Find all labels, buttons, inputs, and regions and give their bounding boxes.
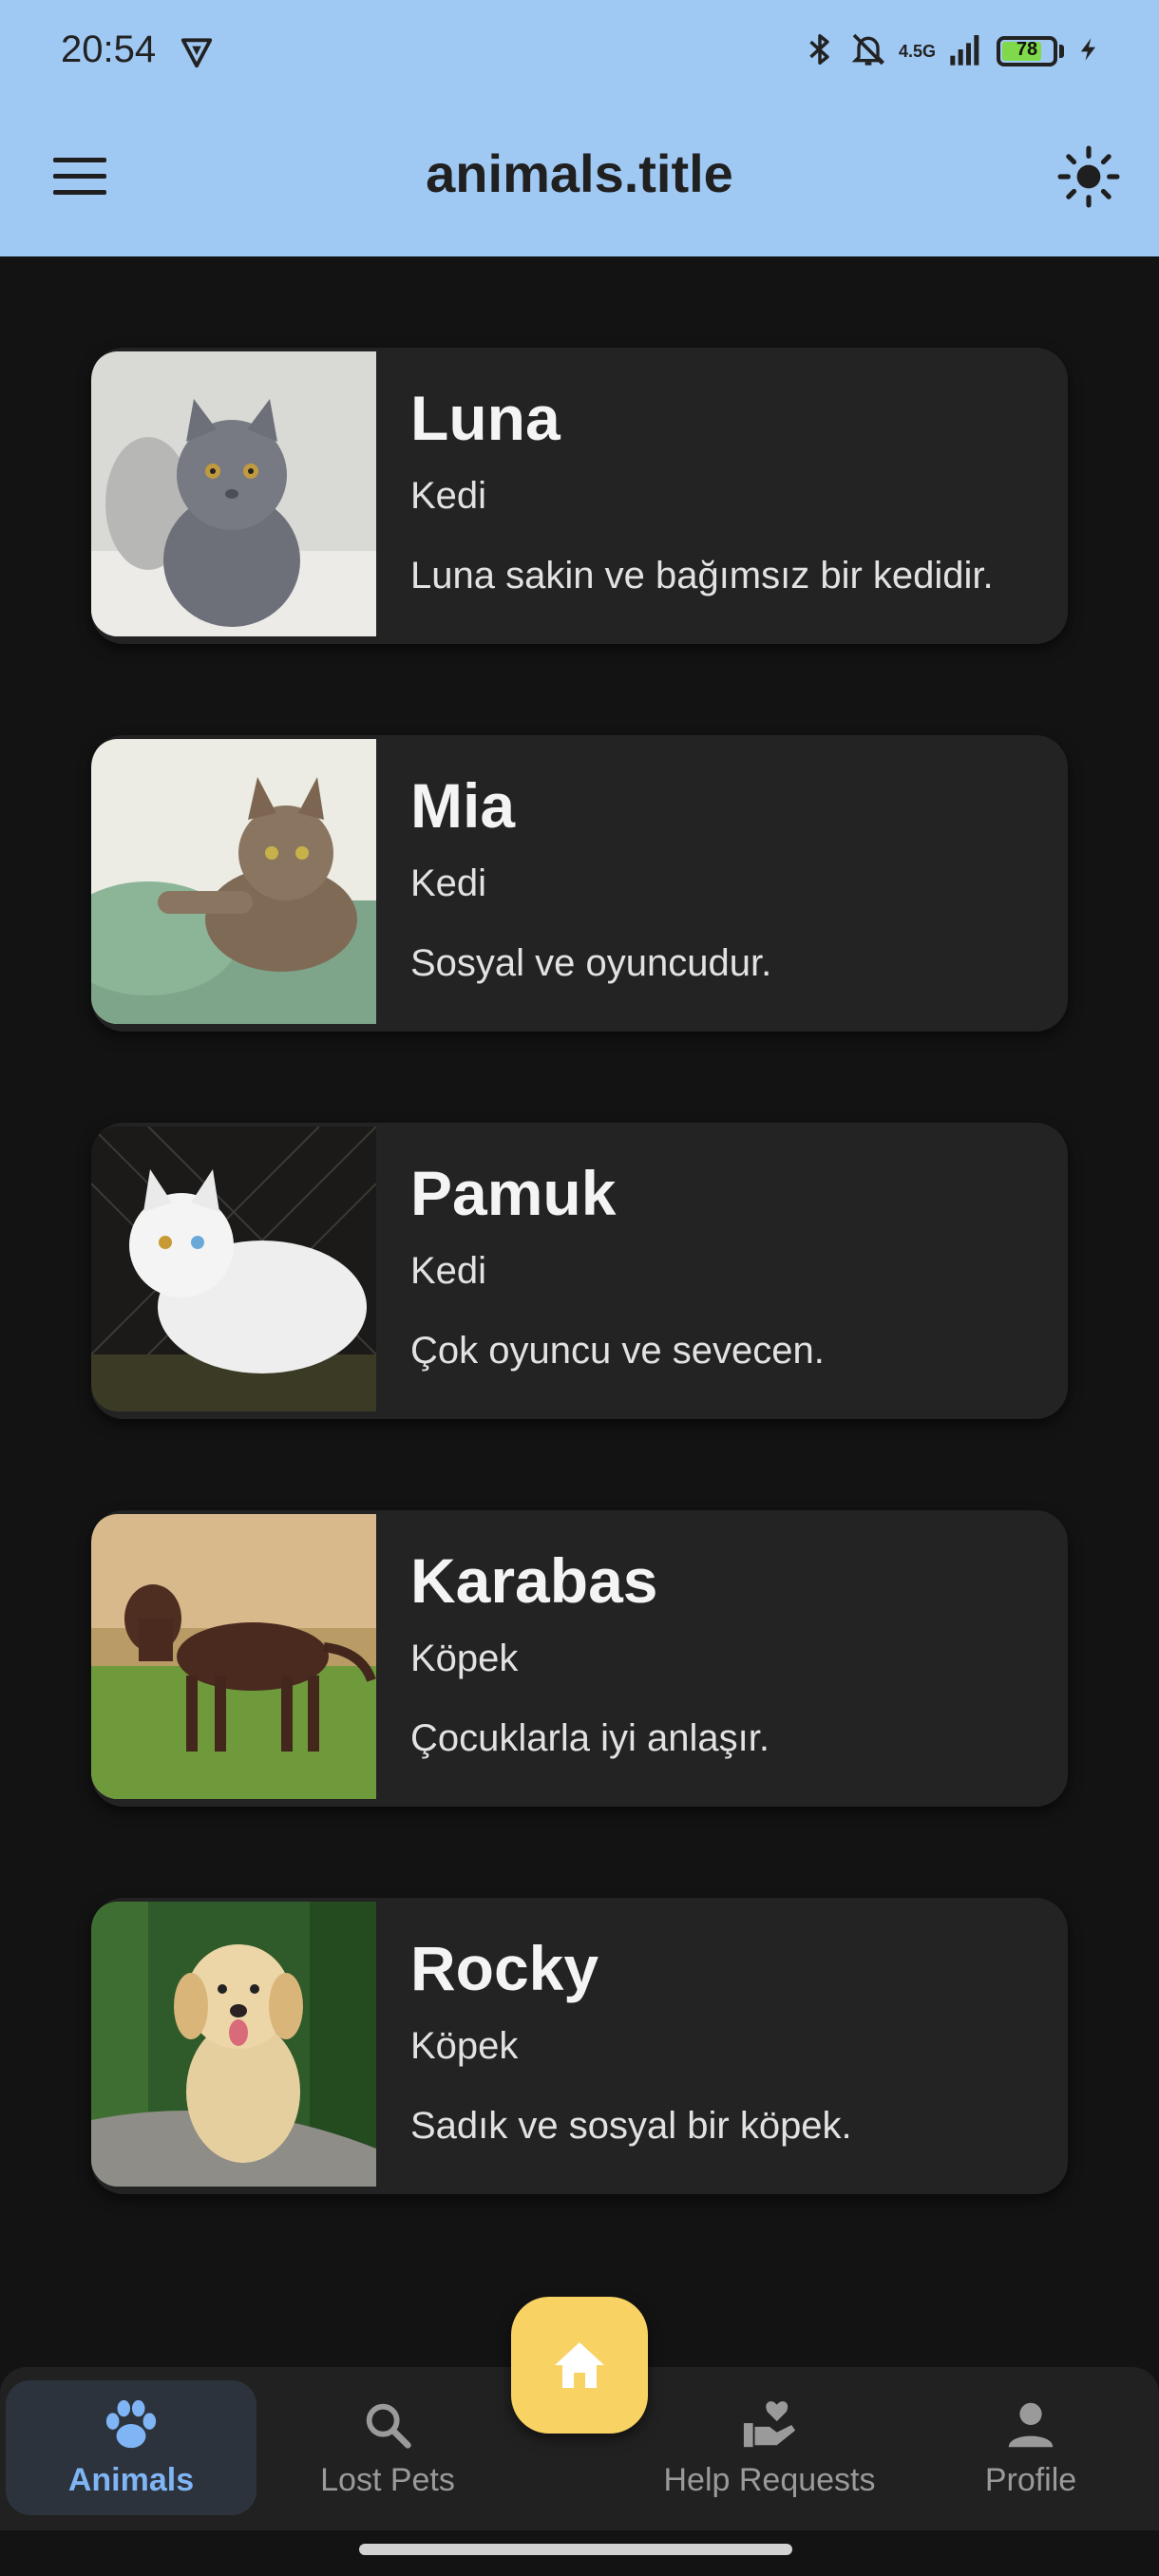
animal-card[interactable]: Luna Kedi Luna sakin ve bağımsız bir ked…	[91, 348, 1068, 644]
animal-description: Çocuklarla iyi anlaşır.	[410, 1717, 770, 1759]
animal-card[interactable]: Karabas Köpek Çocuklarla iyi anlaşır.	[91, 1510, 1068, 1807]
home-icon	[555, 2342, 604, 2388]
home-fab-button[interactable]	[511, 2297, 648, 2434]
vpn-shield-icon	[179, 34, 215, 70]
animal-card[interactable]: Mia Kedi Sosyal ve oyuncudur.	[91, 735, 1068, 1032]
nav-label: Animals	[67, 2461, 195, 2498]
network-type: 4.5G	[898, 42, 936, 61]
animal-description: Luna sakin ve bağımsız bir kedidir.	[410, 555, 994, 597]
animal-description: Çok oyuncu ve sevecen.	[410, 1330, 825, 1372]
animal-description: Sadık ve sosyal bir köpek.	[410, 2105, 852, 2147]
paw-icon	[105, 2399, 157, 2448]
animal-photo	[91, 1514, 376, 1799]
gesture-navigation-bar[interactable]	[359, 2544, 792, 2555]
animal-type: Kedi	[410, 862, 487, 904]
animal-type: Köpek	[410, 2025, 519, 2067]
status-time: 20:54	[61, 28, 157, 70]
animal-card[interactable]: Pamuk Kedi Çok oyuncu ve sevecen.	[91, 1123, 1068, 1419]
animal-name: Pamuk	[410, 1158, 617, 1228]
page-title: animals.title	[426, 143, 733, 203]
battery-percent: 78	[1016, 39, 1038, 60]
bluetooth-icon	[802, 30, 838, 73]
animal-name: Rocky	[410, 1933, 599, 2003]
nav-tab-profile[interactable]: Profile	[931, 2380, 1130, 2515]
battery-icon: 78	[997, 36, 1057, 66]
nav-label: Profile	[984, 2461, 1077, 2498]
animal-name: Luna	[410, 383, 560, 453]
bell-muted-icon	[849, 30, 887, 73]
animal-photo	[91, 1127, 376, 1411]
animal-name: Karabas	[410, 1545, 658, 1616]
animal-list: Luna Kedi Luna sakin ve bağımsız bir ked…	[91, 348, 1068, 2285]
animal-description: Sosyal ve oyuncudur.	[410, 942, 772, 984]
animal-type: Köpek	[410, 1638, 519, 1679]
heart-hand-icon	[743, 2400, 796, 2447]
battery-tip	[1059, 45, 1064, 58]
theme-toggle-button[interactable]	[1045, 133, 1132, 220]
animal-type: Kedi	[410, 475, 487, 517]
animal-photo	[91, 1902, 376, 2187]
animal-card[interactable]: Rocky Köpek Sadık ve sosyal bir köpek.	[91, 1898, 1068, 2194]
animal-type: Kedi	[410, 1250, 487, 1292]
status-icons: 4.5G 78	[802, 28, 1102, 74]
signal-icon	[947, 30, 985, 73]
nav-tab-animals[interactable]: Animals	[6, 2380, 256, 2515]
nav-tab-lost-pets[interactable]: Lost Pets	[276, 2380, 500, 2515]
nav-label: Help Requests	[663, 2461, 876, 2498]
animal-name: Mia	[410, 770, 516, 841]
nav-tab-help-requests[interactable]: Help Requests	[656, 2380, 884, 2515]
animal-photo	[91, 351, 376, 636]
search-icon	[366, 2403, 411, 2449]
nav-label: Lost Pets	[320, 2461, 455, 2498]
app-header: 20:54 4.5G 78 animals.title	[0, 0, 1159, 256]
sun-icon	[1057, 145, 1120, 208]
person-icon	[1008, 2402, 1054, 2447]
animal-photo	[91, 739, 376, 1024]
charging-icon	[1075, 32, 1102, 71]
